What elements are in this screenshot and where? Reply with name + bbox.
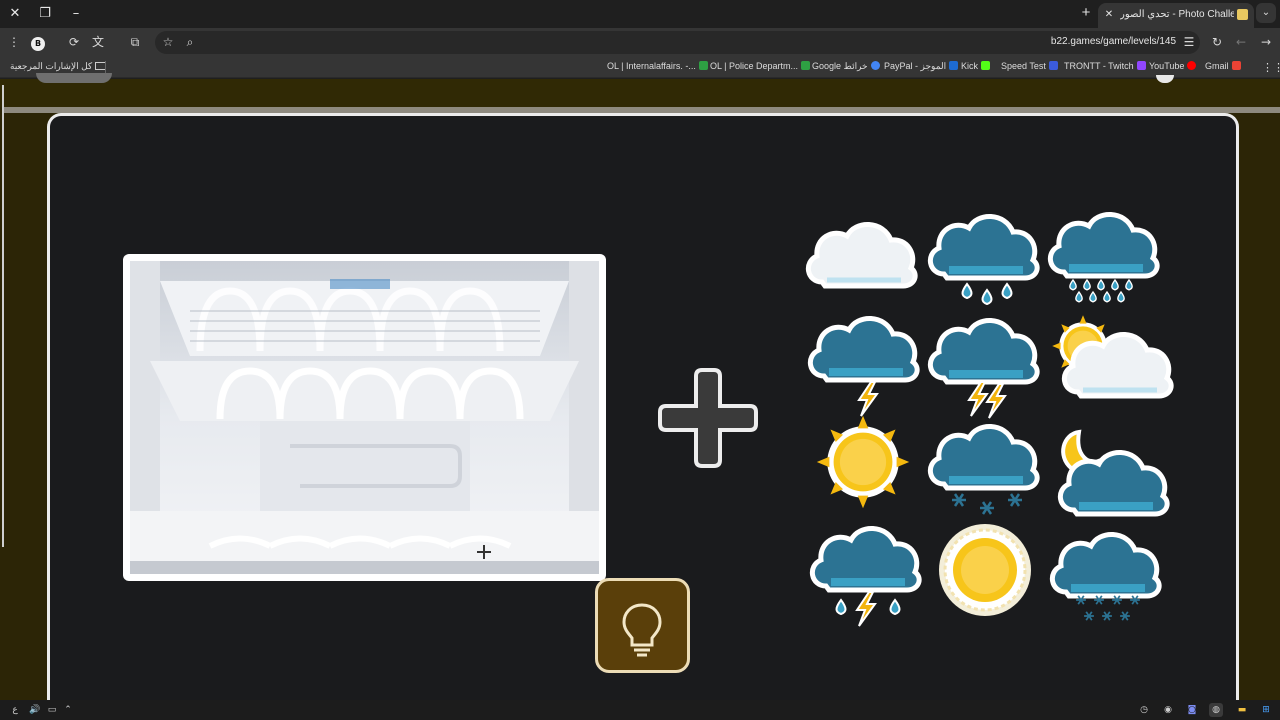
sheets-icon <box>698 61 708 70</box>
toolbar: ⋮ B ⟳ 文 ⧉ ☆ ⌕ b22.games/game/levels/145 … <box>0 28 1280 56</box>
bookmark-label: PayPal - الموجز <box>884 61 947 71</box>
speedtest-icon <box>1048 61 1058 70</box>
bookmark-label: TRONTT - Twitch <box>1064 61 1134 71</box>
freezer-image <box>130 261 599 574</box>
game-board <box>47 113 1239 713</box>
hint-button[interactable] <box>595 578 690 673</box>
bookmark-label: Kick <box>961 61 979 71</box>
close-window-icon[interactable]: ✕ <box>4 4 26 24</box>
bookmark-label: OL | Police Departm... <box>710 61 799 71</box>
language-indicator[interactable]: ع <box>8 703 22 717</box>
paypal-icon <box>949 61 959 70</box>
bookmarks-bar: كل الإشارات المرجعية OL | Internalaffair… <box>0 56 1280 78</box>
windows-start-icon[interactable]: ⊞ <box>1259 703 1273 717</box>
chevron-up-icon[interactable]: ⌃ <box>61 703 75 717</box>
site-settings-icon[interactable]: ☰ <box>1180 33 1198 51</box>
bookmark-label: Gmail <box>1205 61 1229 71</box>
bookmark-item[interactable]: Kick <box>961 61 991 71</box>
weather-icons-clue <box>805 204 1177 634</box>
page-left-border <box>2 85 4 547</box>
kick-icon <box>981 61 991 70</box>
volume-icon[interactable]: 🔊 <box>28 703 42 717</box>
bookmark-item[interactable]: YouTube <box>1149 61 1197 71</box>
bookmark-item[interactable]: PayPal - الموجز <box>884 61 959 72</box>
minimize-window-icon[interactable]: – <box>65 4 87 24</box>
youtube-icon <box>1187 61 1197 70</box>
zoom-icon[interactable]: ⌕ <box>181 33 199 51</box>
profile-icon[interactable]: B <box>29 33 47 51</box>
bookmark-item[interactable]: TRONTT - Twitch <box>1064 61 1146 71</box>
tab-strip: ✕ ❐ – + ✕ تحدي الصور - Photo Challenge ⌄ <box>0 0 1280 28</box>
forward-icon[interactable]: ← <box>1232 33 1250 51</box>
more-bookmarks-icon[interactable]: ⋮⋮ <box>1262 61 1280 74</box>
bookmark-label: OL | Internalaffairs. -... <box>607 61 696 71</box>
bookmark-item[interactable]: OL | Internalaffairs. -... <box>607 61 708 71</box>
extensions-icon[interactable]: ⧉ <box>126 33 144 51</box>
bookmark-item[interactable]: Gmail <box>1205 61 1241 71</box>
tab-close-icon[interactable]: ✕ <box>1102 8 1116 22</box>
tab-search-icon[interactable]: ⌄ <box>1256 3 1276 23</box>
header-strip <box>0 79 1280 107</box>
translate-icon[interactable]: 文 <box>89 33 107 51</box>
maps-icon <box>870 61 880 70</box>
screenshot-icon[interactable]: ⟳ <box>65 33 83 51</box>
address-bar[interactable]: ☆ ⌕ b22.games/game/levels/145 ☰ <box>155 31 1200 54</box>
discord-icon[interactable]: ◙ <box>1185 703 1199 717</box>
restore-window-icon[interactable]: ❐ <box>34 4 56 24</box>
file-explorer-icon[interactable]: ▬ <box>1235 703 1249 717</box>
bookmark-item[interactable]: Google خرائط <box>812 61 880 72</box>
chrome-icon[interactable]: ◍ <box>1209 703 1223 717</box>
bookmark-star-icon[interactable]: ☆ <box>159 33 177 51</box>
bookmark-label: YouTube <box>1149 61 1185 71</box>
sheets-icon <box>801 61 811 70</box>
menu-icon[interactable]: ⋮ <box>5 33 23 51</box>
url-text[interactable]: b22.games/game/levels/145 <box>1051 36 1176 47</box>
lightbulb-icon <box>622 603 662 657</box>
clue-image-card <box>123 254 606 581</box>
plus-icon <box>658 368 758 468</box>
all-bookmarks-folder[interactable]: كل الإشارات المرجعية <box>10 61 110 72</box>
tab-favicon-icon <box>1237 9 1248 20</box>
game-page <box>0 73 1280 713</box>
twitch-icon <box>1136 61 1146 70</box>
media-app-icon[interactable]: ◉ <box>1161 703 1175 717</box>
bookmarks-divider <box>105 61 106 73</box>
bookmark-item[interactable]: Speed Test <box>1001 61 1058 71</box>
bookmark-item[interactable]: OL | Police Departm... <box>710 61 811 71</box>
taskbar: ع 🔊 ▭ ⌃ ◷ ◉ ◙ ◍ ▬ ⊞ <box>0 700 1280 720</box>
display-icon[interactable]: ▭ <box>45 703 59 717</box>
reload-icon[interactable]: ↻ <box>1208 33 1226 51</box>
tab-title: تحدي الصور - Photo Challenge <box>1120 9 1234 20</box>
all-bookmarks-label: كل الإشارات المرجعية <box>10 61 93 71</box>
clock-app-icon[interactable]: ◷ <box>1137 703 1151 717</box>
new-tab-button[interactable]: + <box>1077 4 1095 22</box>
active-tab[interactable]: ✕ تحدي الصور - Photo Challenge <box>1098 3 1254 28</box>
bookmark-label: Speed Test <box>1001 61 1046 71</box>
gmail-icon <box>1231 61 1241 70</box>
bookmark-label: Google خرائط <box>812 61 868 71</box>
back-icon[interactable]: → <box>1257 33 1275 51</box>
header-button[interactable] <box>36 73 112 83</box>
